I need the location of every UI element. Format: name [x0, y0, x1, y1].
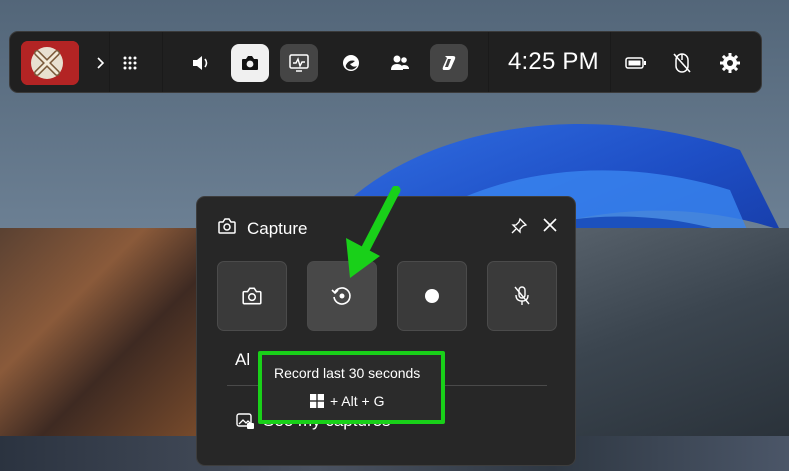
windows-key-icon: [310, 394, 324, 408]
social-icon[interactable]: [384, 47, 416, 79]
start-recording-button[interactable]: [397, 261, 467, 331]
audio-label-partial: Al: [235, 350, 251, 369]
capture-icon[interactable]: [231, 44, 269, 82]
close-icon[interactable]: [542, 217, 558, 238]
pin-icon[interactable]: [510, 217, 528, 240]
tooltip-shortcut: + Alt + G: [310, 393, 384, 409]
mouse-off-icon[interactable]: [666, 47, 698, 79]
game-art-left: [0, 228, 205, 438]
edge-icon[interactable]: [335, 47, 367, 79]
settings-icon[interactable]: [714, 47, 746, 79]
clock-time: 4:25 PM: [508, 48, 599, 75]
game-art-right: [575, 228, 789, 438]
battery-icon[interactable]: [620, 47, 652, 79]
chevron-right-icon[interactable]: [84, 47, 116, 79]
record-dot-icon: [425, 289, 439, 303]
annotation-arrow: [346, 186, 401, 278]
microphone-toggle-button[interactable]: [487, 261, 557, 331]
performance-icon[interactable]: [280, 44, 318, 82]
camera-icon: [217, 217, 237, 240]
replay-icon: [331, 287, 351, 305]
screenshot-button[interactable]: [217, 261, 287, 331]
camera-icon: [242, 287, 262, 305]
volume-icon[interactable]: [185, 47, 217, 79]
widget-title: Capture: [247, 219, 308, 238]
tooltip-title: Record last 30 seconds: [274, 365, 421, 381]
game-avatar[interactable]: [21, 41, 79, 85]
widget-menu-icon[interactable]: [114, 47, 146, 79]
mic-off-icon: [514, 286, 530, 305]
game-bar: 4:25 PM: [9, 31, 762, 93]
shortcut-text: + Alt + G: [330, 393, 385, 409]
copilot-icon[interactable]: [430, 44, 468, 82]
record-last-30-tooltip: Record last 30 seconds + Alt + G: [258, 351, 445, 424]
gallery-icon: [236, 413, 254, 429]
